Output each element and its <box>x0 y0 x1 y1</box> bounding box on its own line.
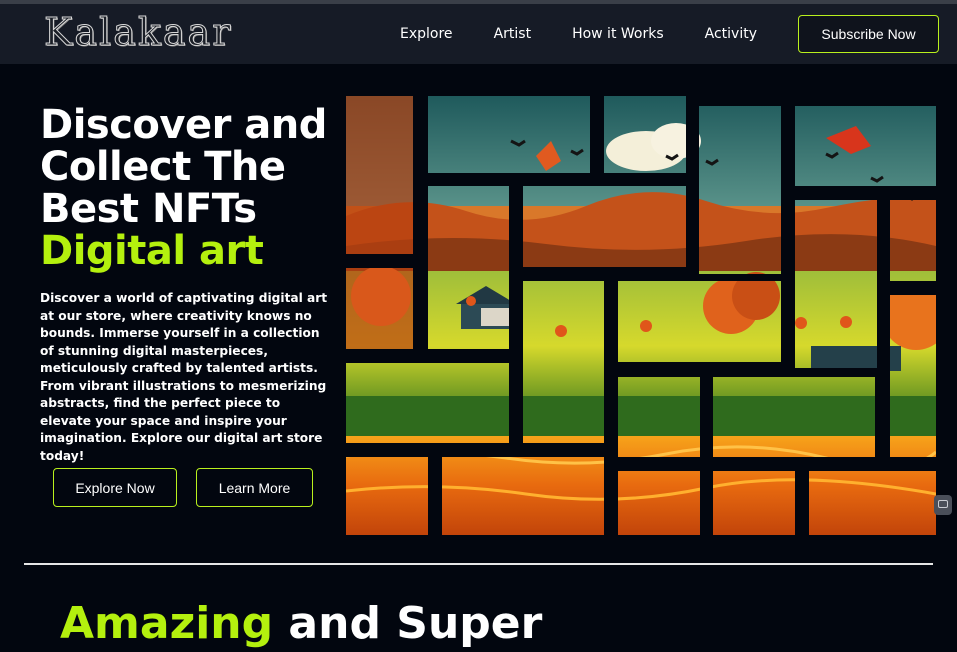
hero-title: Discover and Collect The Best NFTs Digit… <box>40 104 327 272</box>
hero-art-mosaic <box>346 96 936 535</box>
nav-link-activity[interactable]: Activity <box>705 26 757 42</box>
autumn-landscape-artwork <box>346 96 936 535</box>
hero-title-line-1: Discover and <box>40 102 327 148</box>
section-title-accent: Amazing <box>60 598 274 649</box>
section-title-rest: and Super <box>273 598 543 649</box>
learn-more-button[interactable]: Learn More <box>196 468 313 507</box>
nav-link-explore[interactable]: Explore <box>400 26 453 42</box>
hero-title-line-3: Best NFTs <box>40 186 257 232</box>
navbar: Kalakaar Explore Artist How it Works Act… <box>0 4 957 64</box>
nav-links: Explore Artist How it Works Activity Sub… <box>400 4 957 64</box>
section-title: Amazing and Super <box>60 598 542 650</box>
nav-link-how-it-works[interactable]: How it Works <box>572 26 664 42</box>
chat-bot-icon[interactable] <box>934 495 952 515</box>
hero-title-line-2: Collect The <box>40 144 286 190</box>
subscribe-button[interactable]: Subscribe Now <box>798 15 939 53</box>
hero-description: Discover a world of captivating digital … <box>40 291 328 463</box>
brand-logo[interactable]: Kalakaar <box>43 10 232 55</box>
explore-now-button[interactable]: Explore Now <box>53 468 177 507</box>
section-divider <box>24 563 933 565</box>
hero-title-accent: Digital art <box>40 228 264 274</box>
nav-link-artist[interactable]: Artist <box>494 26 532 42</box>
